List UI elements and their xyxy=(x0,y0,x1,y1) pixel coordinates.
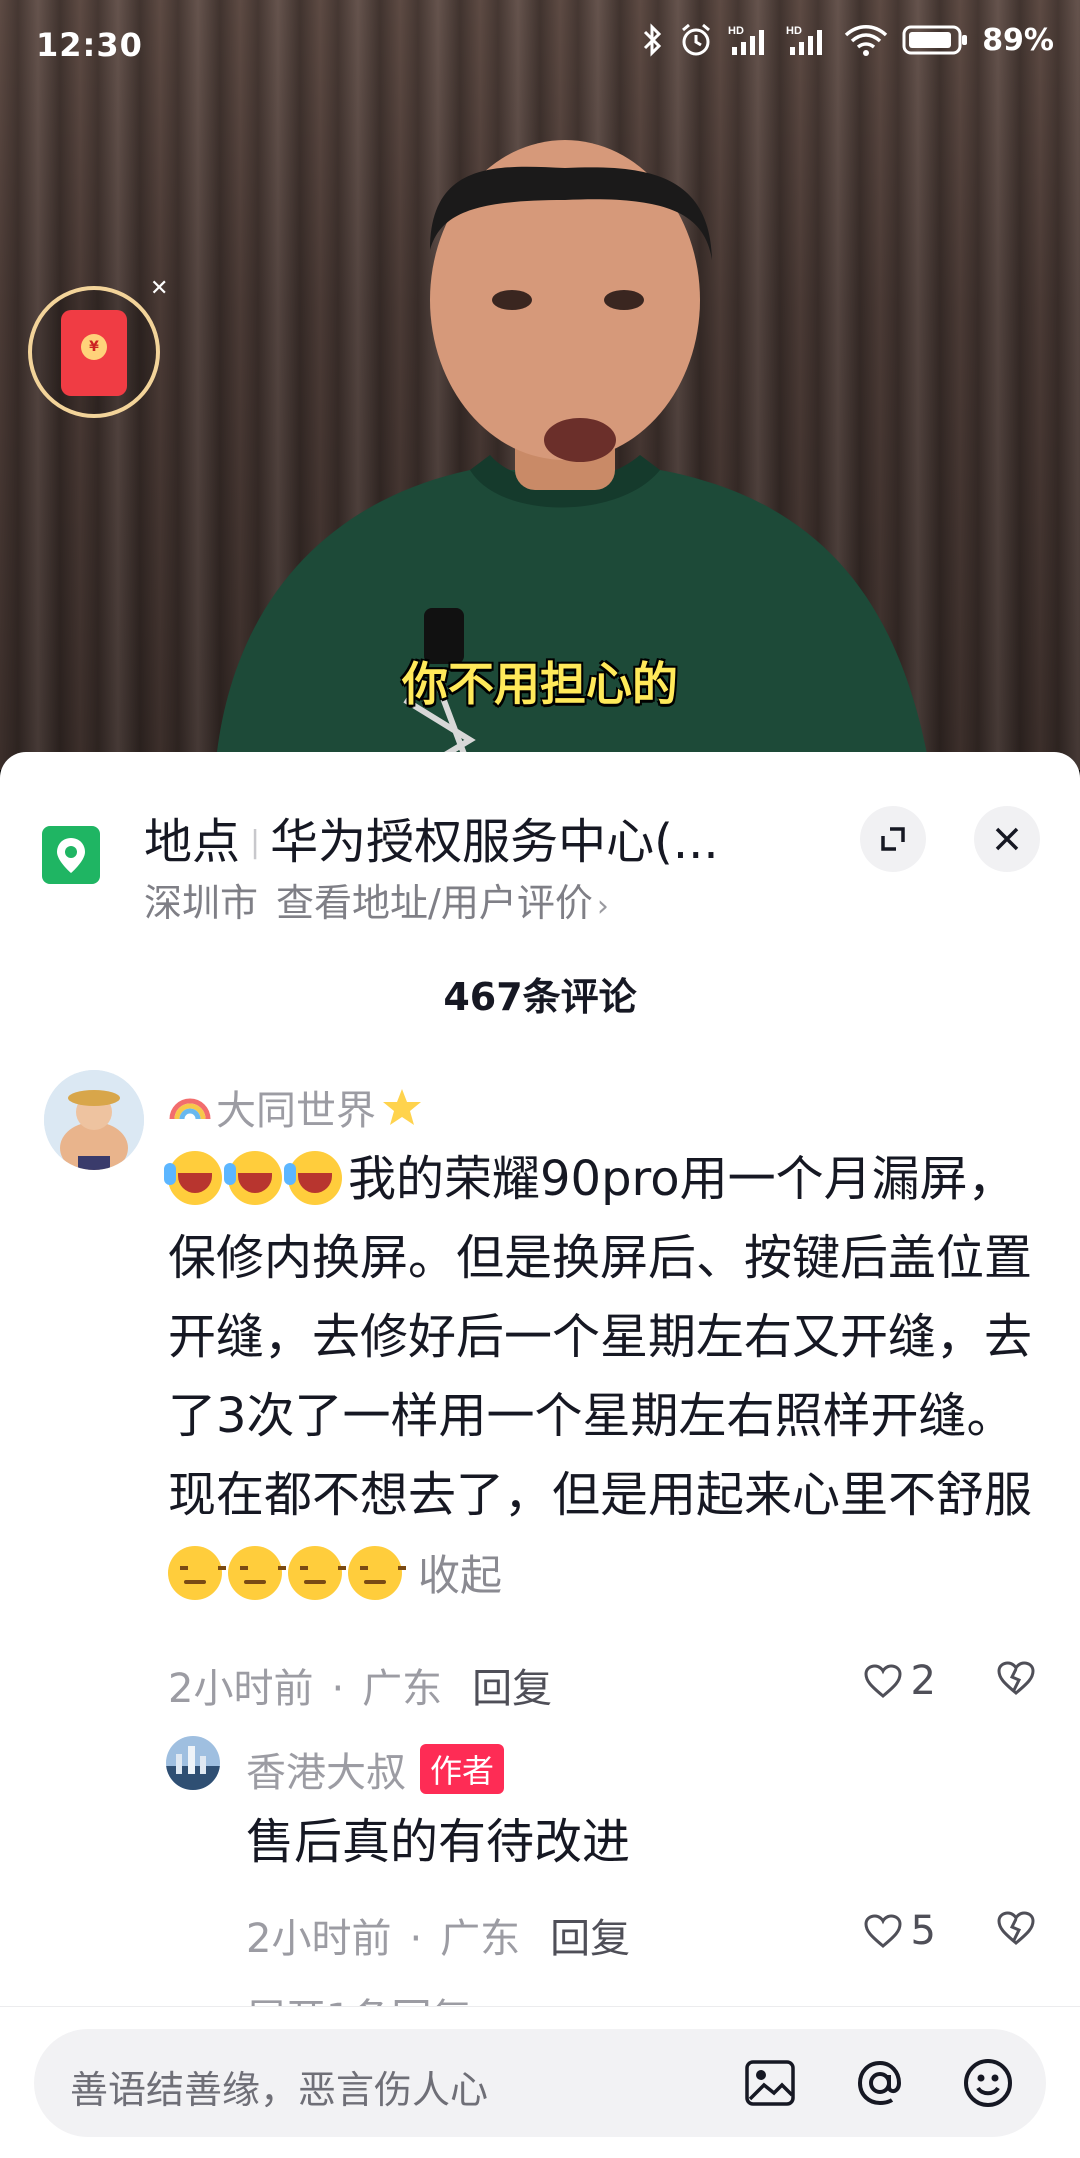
comments-count: 467条评论 xyxy=(443,975,637,1019)
heart-icon xyxy=(864,1664,902,1698)
emoji-icon[interactable] xyxy=(962,2057,1014,2109)
location-city: 深圳市 xyxy=(144,881,259,925)
comment-input-bar: 善语结善缘，恶言伤人心 xyxy=(0,2006,1080,2158)
comment-time: 2小时前 xyxy=(246,1916,392,1962)
comment-time: 2小时前 xyxy=(168,1666,314,1712)
svg-text:HD: HD xyxy=(786,25,802,37)
pensive-emoji-icon xyxy=(288,1546,346,1600)
location-title: 地点 | 华为授权服务中心(... xyxy=(144,814,719,870)
image-icon[interactable] xyxy=(744,2057,796,2109)
comment-text: 我的荣耀90pro用一个月漏屏，保修内换屏。但是换屏后、按键后盖位置开缝，去修好… xyxy=(168,1151,1033,1523)
laughing-emoji-icon xyxy=(164,1151,222,1205)
reply-button[interactable]: 回复 xyxy=(550,1916,630,1962)
comment-body: 我的荣耀90pro用一个月漏屏，保修内换屏。但是换屏后、按键后盖位置开缝，去修好… xyxy=(164,1140,1048,1615)
location-label: 地点 xyxy=(144,814,241,870)
chevron-right-icon: › xyxy=(596,889,609,924)
rainbow-icon xyxy=(169,1098,211,1120)
location-name: 华为授权服务中心(... xyxy=(270,814,719,870)
comment-input[interactable]: 善语结善缘，恶言伤人心 xyxy=(34,2029,1046,2137)
wifi-icon xyxy=(845,25,888,56)
dislike-icon xyxy=(997,1911,1035,1945)
comment-region: 广东 xyxy=(362,1666,443,1712)
avatar[interactable] xyxy=(44,1070,144,1170)
author-badge: 作者 xyxy=(420,1744,505,1794)
expand-icon xyxy=(881,827,905,851)
status-time: 12:30 xyxy=(36,26,143,64)
like-count: 5 xyxy=(910,1908,936,1954)
comment-sheet: 地点 | 华为授权服务中心(... 深圳市 查看地址/用户评价 › 467条评论 大同世… xyxy=(0,752,1080,2158)
red-packet-widget[interactable]: ¥ xyxy=(28,286,160,418)
username-text: 大同世界 xyxy=(216,1088,376,1134)
dislike-button[interactable] xyxy=(996,1660,1036,1706)
at-icon[interactable] xyxy=(854,2057,906,2109)
heart-icon xyxy=(864,1914,902,1948)
location-pin-icon xyxy=(42,826,100,884)
location-subtitle[interactable]: 深圳市 查看地址/用户评价 › xyxy=(144,872,609,927)
username-text: 香港大叔 xyxy=(246,1750,406,1796)
comment-username[interactable]: 大同世界 xyxy=(168,1078,424,1136)
sub-comment-username[interactable]: 香港大叔 作者 xyxy=(246,1740,505,1798)
comment-region: 广东 xyxy=(440,1916,521,1962)
pensive-emoji-icon xyxy=(348,1546,406,1600)
pensive-emoji-icon xyxy=(168,1546,226,1600)
like-button[interactable]: 2 xyxy=(863,1658,936,1704)
close-icon xyxy=(995,827,1019,851)
red-packet-close-icon[interactable]: ✕ xyxy=(150,276,168,301)
sub-comment-meta: 2小时前 · 广东 回复 5 xyxy=(246,1906,1048,1966)
battery-percentage: 89% xyxy=(982,22,1054,58)
sub-comment-text: 售后真的有待改进 xyxy=(246,1814,631,1870)
dislike-icon xyxy=(997,1661,1035,1695)
location-header[interactable]: 地点 | 华为授权服务中心(... 深圳市 查看地址/用户评价 › xyxy=(0,752,1080,932)
red-packet-icon: ¥ xyxy=(61,310,127,396)
expand-button[interactable] xyxy=(860,806,926,872)
video-subtitle: 你不用担心的 xyxy=(402,657,678,711)
status-bar: 12:30 HD HD 89% xyxy=(0,0,1080,90)
laughing-emoji-icon xyxy=(224,1151,282,1205)
star-icon xyxy=(383,1089,421,1125)
video-player[interactable]: 12:30 HD HD 89% ¥ ✕ 你不用担心的 xyxy=(0,0,1080,770)
pensive-emoji-icon xyxy=(228,1546,286,1600)
signal-icon: HD xyxy=(728,25,765,55)
svg-text:HD: HD xyxy=(728,25,744,37)
dislike-button[interactable] xyxy=(996,1910,1036,1956)
reply-button[interactable]: 回复 xyxy=(472,1666,552,1712)
comment-meta: 2小时前 · 广东 回复 2 xyxy=(168,1656,1048,1716)
laughing-emoji-icon xyxy=(284,1151,342,1205)
like-count: 2 xyxy=(910,1658,936,1704)
battery-icon xyxy=(902,25,968,55)
input-placeholder: 善语结善缘，恶言伤人心 xyxy=(70,2068,489,2112)
alarm-icon xyxy=(682,23,711,56)
collapse-link[interactable]: 收起 xyxy=(418,1551,502,1600)
close-button[interactable] xyxy=(974,806,1040,872)
bluetooth-icon xyxy=(644,23,662,57)
avatar[interactable] xyxy=(166,1736,220,1790)
like-button[interactable]: 5 xyxy=(863,1908,936,1954)
signal-icon: HD xyxy=(786,25,823,55)
address-link[interactable]: 查看地址/用户评价 xyxy=(276,881,593,925)
